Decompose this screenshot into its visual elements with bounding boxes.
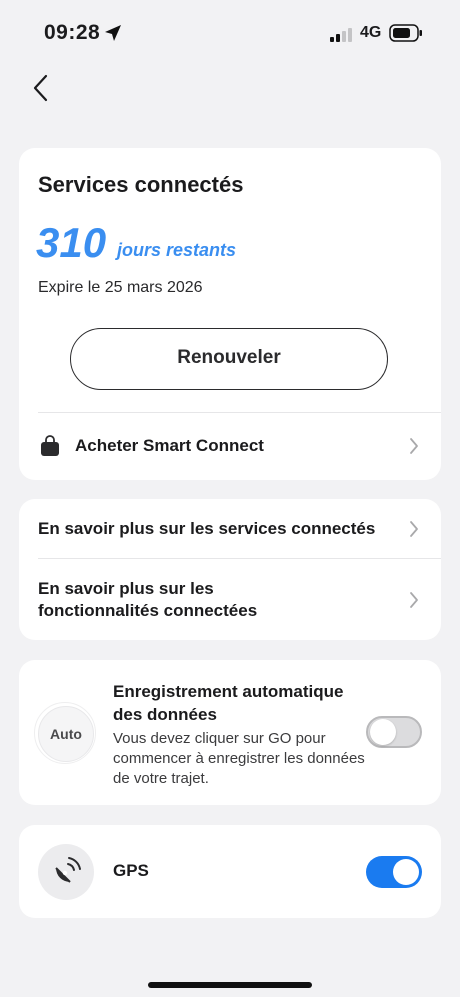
signal-strength-icon bbox=[330, 28, 354, 47]
location-arrow-icon bbox=[104, 24, 122, 47]
gps-icon-badge bbox=[38, 844, 94, 900]
satellite-dish-icon bbox=[55, 857, 81, 883]
learn-more-features-row[interactable]: En savoir plus sur les fonctionnalités c… bbox=[19, 559, 441, 640]
back-button[interactable] bbox=[26, 70, 60, 106]
status-time: 09:28 bbox=[44, 21, 101, 44]
auto-record-card: Auto Enregistrement automatique des donn… bbox=[19, 660, 441, 805]
toggle-knob bbox=[370, 719, 396, 745]
chevron-right-icon bbox=[408, 436, 420, 461]
subscription-card: Services connectés 310 jours restants Ex… bbox=[19, 148, 441, 480]
status-bar: 09:28 4G bbox=[0, 0, 460, 60]
days-remaining-label: jours restants bbox=[117, 240, 237, 260]
auto-record-toggle[interactable] bbox=[366, 716, 422, 748]
gps-label: GPS bbox=[113, 861, 149, 880]
home-indicator[interactable] bbox=[148, 982, 312, 988]
gps-card: GPS bbox=[19, 825, 441, 918]
card-title: Services connectés bbox=[38, 172, 244, 197]
auto-badge: Auto bbox=[38, 706, 94, 762]
buy-smart-connect-row[interactable]: Acheter Smart Connect bbox=[19, 413, 441, 479]
shopping-bag-icon bbox=[40, 435, 60, 462]
learn-more-services-row[interactable]: En savoir plus sur les services connecté… bbox=[19, 499, 441, 558]
chevron-right-icon bbox=[408, 590, 420, 615]
auto-record-description: Vous devez cliquer sur GO pour commencer… bbox=[113, 730, 365, 787]
info-links-card: En savoir plus sur les services connecté… bbox=[19, 499, 441, 640]
battery-icon bbox=[389, 24, 423, 47]
days-remaining-count: 310 bbox=[36, 219, 107, 266]
chevron-left-icon bbox=[33, 74, 48, 102]
learn-more-services-label: En savoir plus sur les services connecté… bbox=[38, 519, 376, 538]
buy-smart-connect-label: Acheter Smart Connect bbox=[75, 436, 264, 455]
auto-record-title: Enregistrement automatique des données bbox=[113, 682, 344, 724]
toggle-knob bbox=[393, 859, 419, 885]
gps-toggle[interactable] bbox=[366, 856, 422, 888]
network-type: 4G bbox=[360, 24, 382, 41]
chevron-right-icon bbox=[408, 519, 420, 544]
learn-more-features-label: En savoir plus sur les fonctionnalités c… bbox=[38, 579, 258, 620]
renew-button[interactable]: Renouveler bbox=[70, 328, 388, 390]
expiry-date: Expire le 25 mars 2026 bbox=[38, 279, 203, 296]
